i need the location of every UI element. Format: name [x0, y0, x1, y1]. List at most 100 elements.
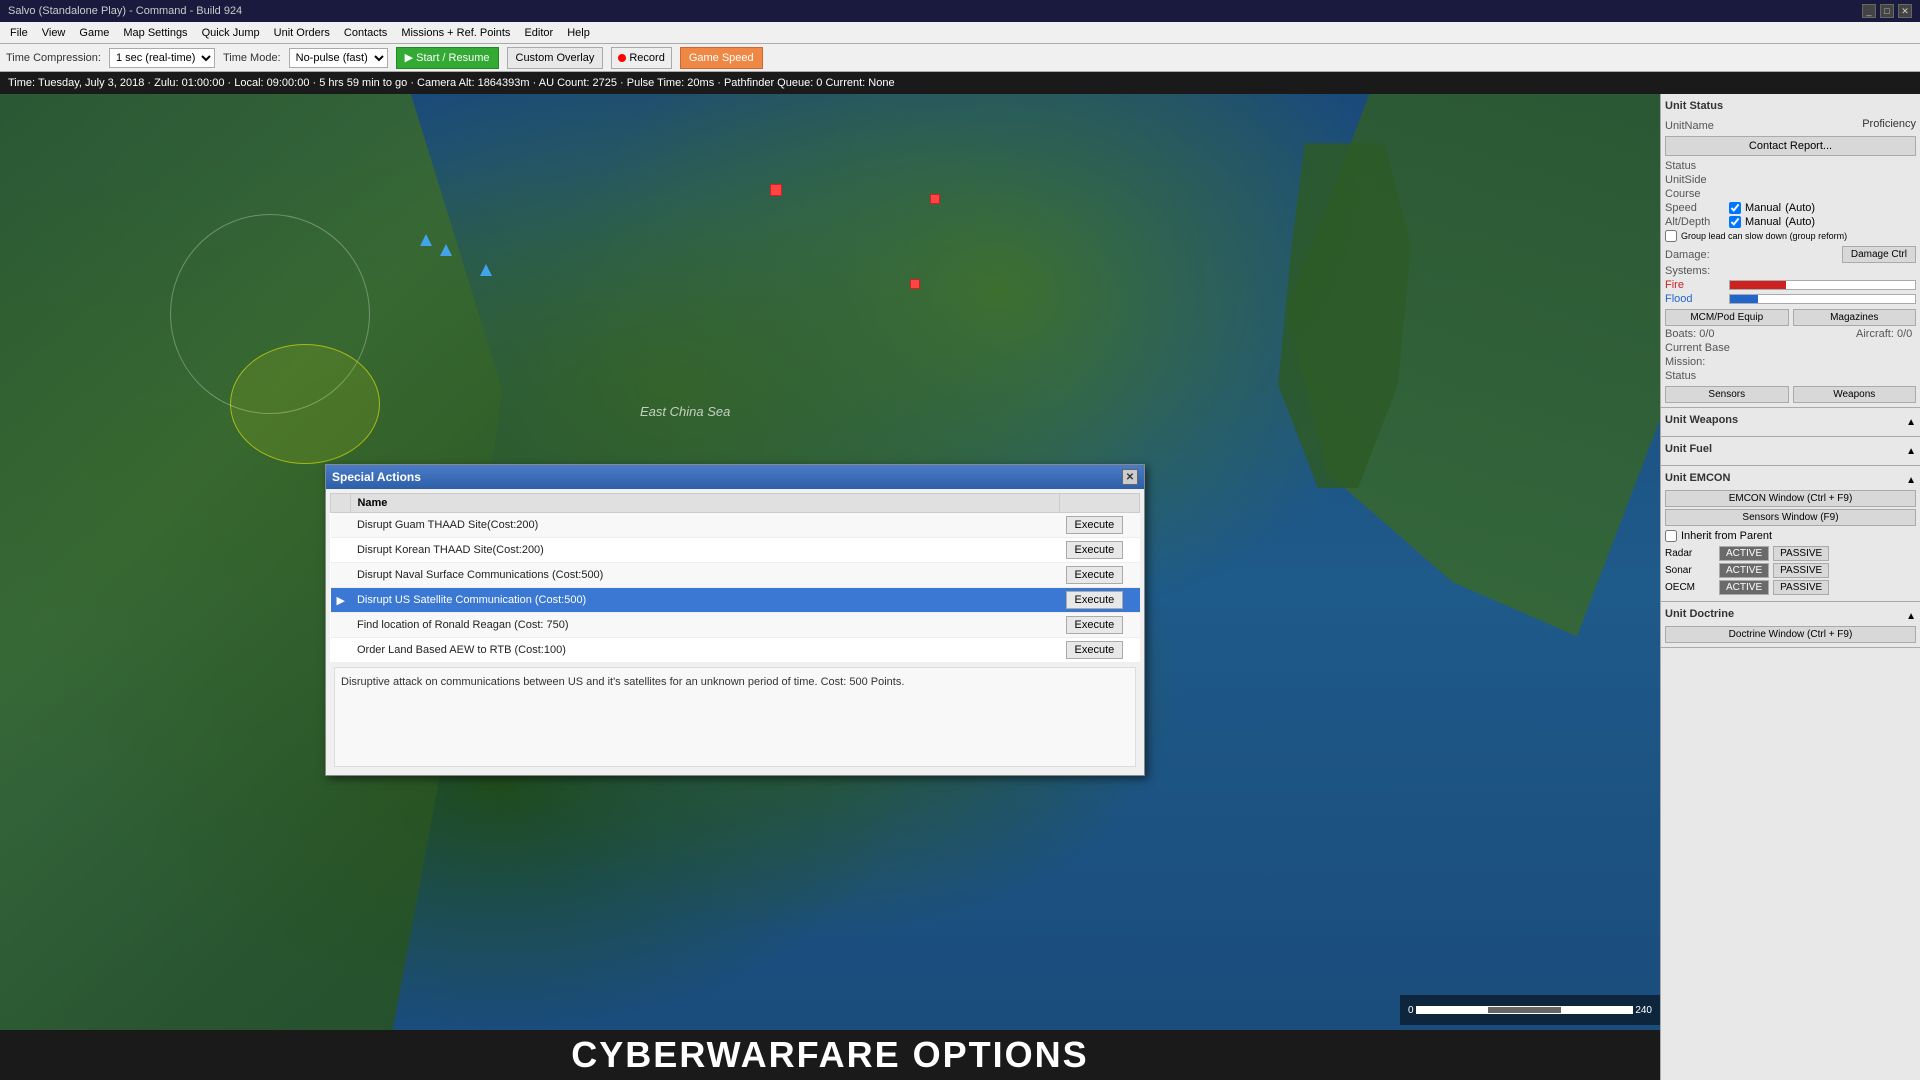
bottom-title: CYBERWARFARE OPTIONS: [571, 1034, 1088, 1076]
current-base-label: Current Base: [1665, 342, 1730, 354]
time-mode-select[interactable]: No-pulse (fast): [289, 48, 388, 68]
execute-button-2[interactable]: Execute: [1066, 566, 1124, 584]
damage-ctrl-button[interactable]: Damage Ctrl: [1842, 246, 1916, 263]
speed-auto-text: (Auto): [1785, 202, 1815, 214]
sensors-window-button[interactable]: Sensors Window (F9): [1665, 509, 1916, 526]
emcon-window-button[interactable]: EMCON Window (Ctrl + F9): [1665, 490, 1916, 507]
sonar-active-button[interactable]: ACTIVE: [1719, 563, 1769, 578]
unit-emcon-title: Unit EMCON: [1665, 470, 1730, 486]
dialog-title: Special Actions: [332, 470, 421, 484]
speed-label: Speed: [1665, 202, 1725, 214]
selection-circle: [230, 344, 380, 464]
mcm-pod-equip-button[interactable]: MCM/Pod Equip: [1665, 309, 1789, 326]
speed-manual-checkbox[interactable]: [1729, 202, 1741, 214]
execute-button-5[interactable]: Execute: [1066, 641, 1124, 659]
magazines-button[interactable]: Magazines: [1793, 309, 1917, 326]
map-area[interactable]: East China Sea 0 240 Spec: [0, 94, 1660, 1080]
menu-game[interactable]: Game: [73, 25, 115, 41]
menu-view[interactable]: View: [36, 25, 72, 41]
execute-button-1[interactable]: Execute: [1066, 541, 1124, 559]
time-mode-label: Time Mode:: [223, 52, 281, 64]
group-lead-label: Group lead can slow down (group reform): [1681, 231, 1847, 241]
game-speed-button[interactable]: Game Speed: [680, 47, 763, 69]
group-lead-checkbox[interactable]: [1665, 230, 1677, 242]
action-name-0: Disrupt Guam THAAD Site(Cost:200): [351, 513, 1060, 538]
red-unit-1[interactable]: [770, 184, 782, 196]
action-execute-cell-5: Execute: [1060, 638, 1140, 663]
radar-active-button[interactable]: ACTIVE: [1719, 546, 1769, 561]
actions-tbody: Disrupt Guam THAAD Site(Cost:200) Execute…: [331, 513, 1140, 663]
action-arrow-3: ▶: [331, 588, 351, 613]
alt-manual-checkbox[interactable]: [1729, 216, 1741, 228]
flood-progress-bar: [1729, 294, 1916, 304]
alt-manual-text: Manual: [1745, 216, 1781, 228]
weapons-button[interactable]: Weapons: [1793, 386, 1917, 403]
col-name: Name: [351, 494, 1060, 513]
menu-help[interactable]: Help: [561, 25, 596, 41]
menu-unit-orders[interactable]: Unit Orders: [268, 25, 336, 41]
custom-overlay-label: Custom Overlay: [516, 52, 595, 64]
dialog-close-button[interactable]: ✕: [1122, 469, 1138, 485]
unit-fuel-collapse[interactable]: ▲: [1906, 446, 1916, 457]
action-execute-cell-4: Execute: [1060, 613, 1140, 638]
menu-contacts[interactable]: Contacts: [338, 25, 393, 41]
unit-weapons-section: Unit Weapons ▲: [1661, 408, 1920, 437]
title-bar: Salvo (Standalone Play) - Command - Buil…: [0, 0, 1920, 22]
menu-file[interactable]: File: [4, 25, 34, 41]
execute-button-3[interactable]: Execute: [1066, 591, 1124, 609]
start-resume-button[interactable]: ▶ Start / Resume: [396, 47, 499, 69]
inherit-parent-checkbox[interactable]: [1665, 530, 1677, 542]
minimize-button[interactable]: _: [1862, 4, 1876, 18]
oecm-passive-button[interactable]: PASSIVE: [1773, 580, 1829, 595]
time-compression-select[interactable]: 1 sec (real-time): [109, 48, 215, 68]
action-row-3[interactable]: ▶Disrupt US Satellite Communication (Cos…: [331, 588, 1140, 613]
action-row-1[interactable]: Disrupt Korean THAAD Site(Cost:200)Execu…: [331, 538, 1140, 563]
toolbar: Time Compression: 1 sec (real-time) Time…: [0, 44, 1920, 72]
menu-missions[interactable]: Missions + Ref. Points: [395, 25, 516, 41]
custom-overlay-button[interactable]: Custom Overlay: [507, 47, 604, 69]
scale-bar: 0 240: [1400, 995, 1660, 1025]
unit-name-label: UnitName: [1665, 120, 1725, 132]
maximize-button[interactable]: □: [1880, 4, 1894, 18]
action-name-3: Disrupt US Satellite Communication (Cost…: [351, 588, 1060, 613]
bottom-bar: CYBERWARFARE OPTIONS: [0, 1030, 1660, 1080]
sonar-passive-button[interactable]: PASSIVE: [1773, 563, 1829, 578]
main-content: East China Sea 0 240 Spec: [0, 94, 1920, 1080]
special-actions-dialog: Special Actions ✕ Name Disrupt Guam THAA…: [325, 464, 1145, 776]
oecm-active-button[interactable]: ACTIVE: [1719, 580, 1769, 595]
red-unit-2[interactable]: [930, 194, 940, 204]
status-text: Time: Tuesday, July 3, 2018 · Zulu: 01:0…: [8, 77, 895, 89]
inherit-label: Inherit from Parent: [1681, 530, 1772, 542]
unit-fuel-title: Unit Fuel: [1665, 441, 1712, 457]
execute-button-4[interactable]: Execute: [1066, 616, 1124, 634]
unit-doctrine-collapse[interactable]: ▲: [1906, 611, 1916, 622]
close-button[interactable]: ✕: [1898, 4, 1912, 18]
record-label: Record: [629, 52, 664, 64]
menu-map-settings[interactable]: Map Settings: [117, 25, 193, 41]
radar-passive-button[interactable]: PASSIVE: [1773, 546, 1829, 561]
menu-quick-jump[interactable]: Quick Jump: [196, 25, 266, 41]
unit-weapons-collapse[interactable]: ▲: [1906, 417, 1916, 428]
record-button[interactable]: Record: [611, 47, 671, 69]
action-row-4[interactable]: Find location of Ronald Reagan (Cost: 75…: [331, 613, 1140, 638]
aircraft-label: Aircraft: 0/0: [1856, 328, 1916, 340]
doctrine-window-button[interactable]: Doctrine Window (Ctrl + F9): [1665, 626, 1916, 643]
right-panel: Unit Status UnitName Proficiency Contact…: [1660, 94, 1920, 1080]
action-row-2[interactable]: Disrupt Naval Surface Communications (Co…: [331, 563, 1140, 588]
action-arrow-0: [331, 513, 351, 538]
execute-button-0[interactable]: Execute: [1066, 516, 1124, 534]
action-row-5[interactable]: Order Land Based AEW to RTB (Cost:100)Ex…: [331, 638, 1140, 663]
fire-bar-fill: [1730, 281, 1786, 289]
mission-label: Mission:: [1665, 356, 1725, 368]
menu-editor[interactable]: Editor: [518, 25, 559, 41]
contact-report-button[interactable]: Contact Report...: [1665, 136, 1916, 156]
unit-doctrine-section: Unit Doctrine ▲ Doctrine Window (Ctrl + …: [1661, 602, 1920, 648]
action-row-0[interactable]: Disrupt Guam THAAD Site(Cost:200) Execute: [331, 513, 1140, 538]
sonar-label: Sonar: [1665, 565, 1715, 576]
dialog-title-bar: Special Actions ✕: [326, 465, 1144, 489]
action-arrow-1: [331, 538, 351, 563]
red-unit-3[interactable]: [910, 279, 920, 289]
sensors-button[interactable]: Sensors: [1665, 386, 1789, 403]
window-title: Salvo (Standalone Play) - Command - Buil…: [8, 5, 242, 17]
unit-emcon-collapse[interactable]: ▲: [1906, 475, 1916, 486]
